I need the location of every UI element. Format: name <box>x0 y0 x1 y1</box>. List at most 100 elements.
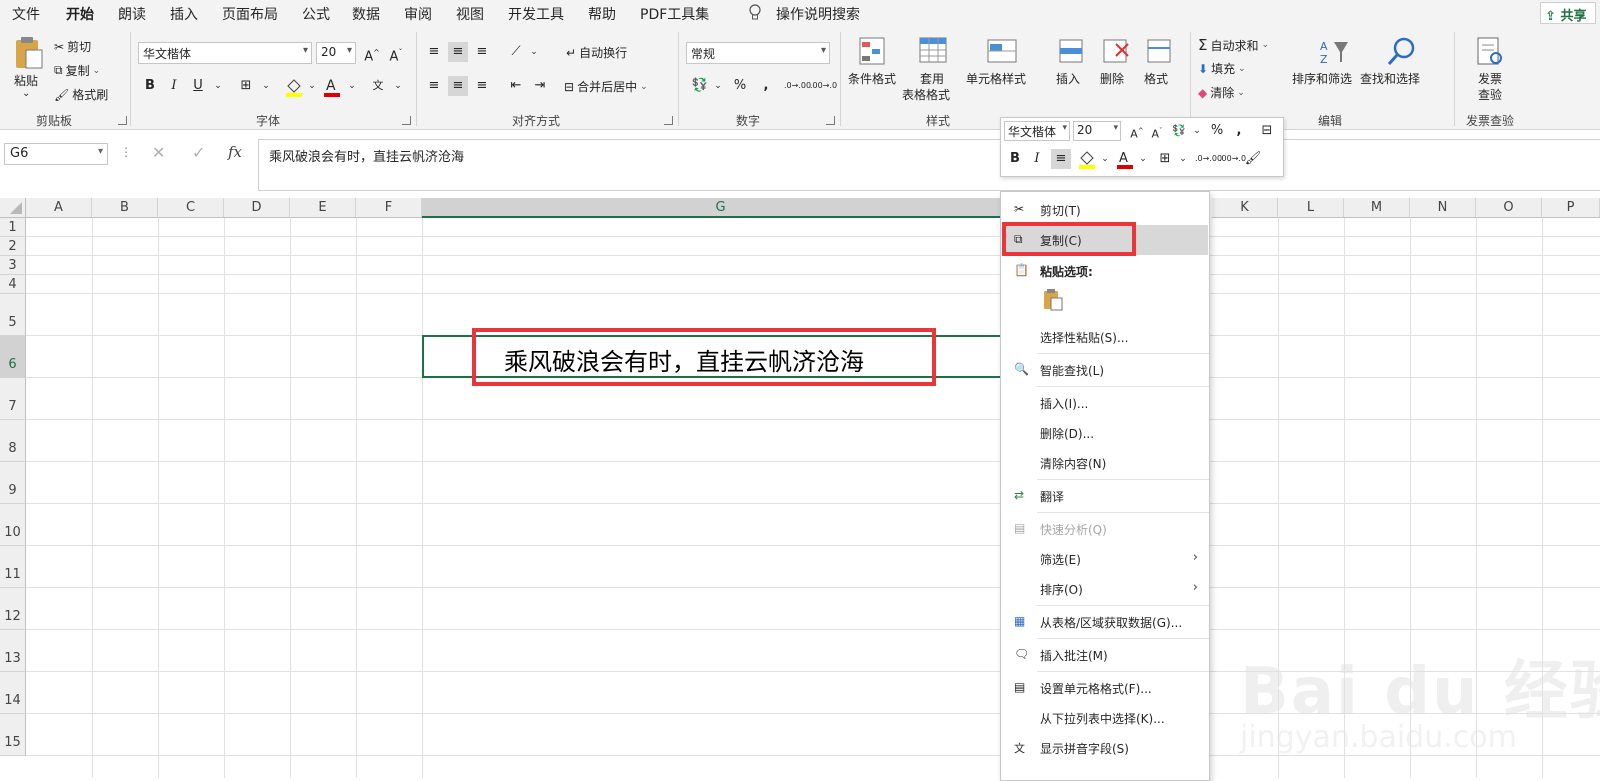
delete-cells-button[interactable]: 删除 <box>1100 70 1124 87</box>
menu-item-filter[interactable]: 筛选(E) › <box>1002 544 1208 574</box>
mini-merge-center-icon[interactable]: ⊟ <box>1257 121 1277 141</box>
row-header-15[interactable]: 15 <box>0 714 26 756</box>
column-header-n[interactable]: N <box>1410 198 1476 218</box>
decrease-decimal-icon[interactable]: .00→.0 <box>810 76 837 96</box>
align-left-icon[interactable]: ≡ <box>424 76 444 96</box>
format-as-table-icon[interactable] <box>918 36 950 68</box>
underline-button[interactable]: U <box>188 76 208 96</box>
orientation-dropdown-chevron-icon[interactable]: ⌄ <box>524 42 544 62</box>
mini-font-color-icon[interactable]: A <box>1115 149 1135 171</box>
menu-item-translate[interactable]: ⇄ 翻译 <box>1002 481 1208 511</box>
wrap-text-button[interactable]: ↵ 自动换行 <box>566 44 627 61</box>
mini-accounting-chevron-icon[interactable]: ⌄ <box>1187 121 1207 141</box>
tab-review[interactable]: 审阅 <box>404 4 432 24</box>
font-color-icon[interactable]: A <box>322 76 342 98</box>
row-header-11[interactable]: 11 <box>0 546 26 588</box>
alignment-launcher-icon[interactable] <box>664 116 673 125</box>
mini-bold-button[interactable]: B <box>1005 149 1025 169</box>
align-center-icon[interactable]: ≡ <box>448 76 468 96</box>
comma-button[interactable]: , <box>756 76 776 96</box>
delete-cells-icon[interactable] <box>1100 36 1132 68</box>
mini-borders-icon[interactable]: ⊞ <box>1155 149 1175 169</box>
cell-styles-icon[interactable] <box>986 36 1018 68</box>
menu-item-quick-analysis[interactable]: ▤ 快速分析(Q) <box>1002 514 1208 544</box>
font-launcher-icon[interactable] <box>402 116 411 125</box>
column-header-g[interactable]: G <box>422 198 1020 218</box>
decrease-indent-icon[interactable]: ⇤ <box>506 76 526 96</box>
orientation-icon[interactable]: ⟋ <box>506 42 526 62</box>
row-header-5[interactable]: 5 <box>0 294 26 336</box>
mini-decrease-decimal-icon[interactable]: .00→.0 <box>1219 149 1246 169</box>
percent-button[interactable]: % <box>730 76 750 96</box>
cut-button[interactable]: ✂ 剪切 <box>54 38 91 55</box>
column-header-p[interactable]: P <box>1542 198 1600 218</box>
row-header-1[interactable]: 1 <box>0 218 26 237</box>
row-header-12[interactable]: 12 <box>0 588 26 630</box>
column-header-o[interactable]: O <box>1476 198 1542 218</box>
mini-font-color-chevron-icon[interactable]: ⌄ <box>1133 149 1153 169</box>
tab-read-aloud[interactable]: 朗读 <box>118 4 146 24</box>
tab-formulas[interactable]: 公式 <box>302 4 330 24</box>
menu-item-clear-contents[interactable]: 清除内容(N) <box>1002 448 1208 478</box>
tab-home[interactable]: 开始 <box>66 4 94 29</box>
decrease-font-icon[interactable]: Aˇ <box>386 43 406 64</box>
phonetic-dropdown-chevron-icon[interactable]: ⌄ <box>388 76 408 96</box>
column-header-d[interactable]: D <box>224 198 290 218</box>
tab-insert[interactable]: 插入 <box>170 4 198 24</box>
fill-dropdown-chevron-icon[interactable]: ⌄ <box>302 76 322 96</box>
format-cells-icon[interactable] <box>1144 36 1176 68</box>
select-all-corner[interactable] <box>0 198 26 218</box>
number-format-select[interactable]: 常规 <box>686 42 830 64</box>
tab-page-layout[interactable]: 页面布局 <box>222 4 278 24</box>
enter-icon[interactable]: ✓ <box>192 143 205 162</box>
invoice-label-2[interactable]: 查验 <box>1478 86 1502 103</box>
formula-input[interactable]: 乘风破浪会有时，直挂云帆济沧海 <box>258 139 1600 191</box>
increase-font-icon[interactable]: A^ <box>362 43 382 64</box>
mini-fill-color-icon[interactable] <box>1077 149 1097 171</box>
paste-option-icon[interactable] <box>1041 288 1065 312</box>
row-header-3[interactable]: 3 <box>0 256 26 275</box>
paste-dropdown-chevron-icon[interactable]: ⌄ <box>22 88 30 99</box>
cancel-icon[interactable]: ✕ <box>152 143 165 162</box>
mini-percent-button[interactable]: % <box>1207 121 1227 141</box>
share-button[interactable]: ⇪ 共享 <box>1540 2 1596 24</box>
sort-filter-button[interactable]: 排序和筛选 <box>1292 70 1352 87</box>
menu-item-delete[interactable]: 删除(D)... <box>1002 418 1208 448</box>
sort-filter-icon[interactable]: AZ <box>1318 36 1350 68</box>
format-as-table-label-1[interactable]: 套用 <box>920 70 944 87</box>
align-top-icon[interactable]: ≡ <box>424 42 444 62</box>
row-header-2[interactable]: 2 <box>0 237 26 256</box>
menu-item-insert[interactable]: 插入(I)... <box>1002 388 1208 418</box>
clear-button[interactable]: ◆ 清除 ⌄ <box>1198 84 1245 101</box>
accounting-dropdown-chevron-icon[interactable]: ⌄ <box>708 76 728 96</box>
menu-item-get-data[interactable]: ▦ 从表格/区域获取数据(G)... <box>1002 607 1208 637</box>
increase-indent-icon[interactable]: ⇥ <box>530 76 550 96</box>
column-header-b[interactable]: B <box>92 198 158 218</box>
tab-data[interactable]: 数据 <box>352 4 380 24</box>
row-header-4[interactable]: 4 <box>0 275 26 294</box>
invoice-check-icon[interactable] <box>1474 36 1506 68</box>
row-header-14[interactable]: 14 <box>0 672 26 714</box>
invoice-label-1[interactable]: 发票 <box>1478 70 1502 87</box>
font-color-dropdown-chevron-icon[interactable]: ⌄ <box>342 76 362 96</box>
paste-icon[interactable] <box>12 36 48 70</box>
mini-format-painter-icon[interactable]: 🖌 <box>1243 149 1263 169</box>
format-as-table-label-2[interactable]: 表格格式 <box>902 86 950 103</box>
merge-center-button[interactable]: ⊟ 合并后居中 ⌄ <box>564 78 648 95</box>
menu-item-smart-lookup[interactable]: 🔍 智能查找(L) <box>1002 355 1208 385</box>
bold-button[interactable]: B <box>140 76 160 96</box>
tab-pdf-tools[interactable]: PDF工具集 <box>640 4 709 24</box>
menu-item-paste-special[interactable]: 选择性粘贴(S)... <box>1002 322 1208 352</box>
mini-fill-chevron-icon[interactable]: ⌄ <box>1095 149 1115 169</box>
autosum-button[interactable]: Σ 自动求和 ⌄ <box>1198 36 1269 54</box>
menu-item-insert-comment[interactable]: 🗨 插入批注(M) <box>1002 640 1208 670</box>
insert-function-icon[interactable]: fx <box>228 143 242 161</box>
tab-help[interactable]: 帮助 <box>588 4 616 24</box>
mini-increase-decimal-icon[interactable]: .0→.00 <box>1195 149 1222 169</box>
phonetic-guide-icon[interactable]: 文 <box>368 76 388 96</box>
column-header-m[interactable]: M <box>1344 198 1410 218</box>
find-select-icon[interactable] <box>1386 36 1418 68</box>
mini-italic-button[interactable]: I <box>1027 149 1047 169</box>
tab-developer[interactable]: 开发工具 <box>508 4 564 24</box>
fill-color-icon[interactable] <box>284 76 304 98</box>
